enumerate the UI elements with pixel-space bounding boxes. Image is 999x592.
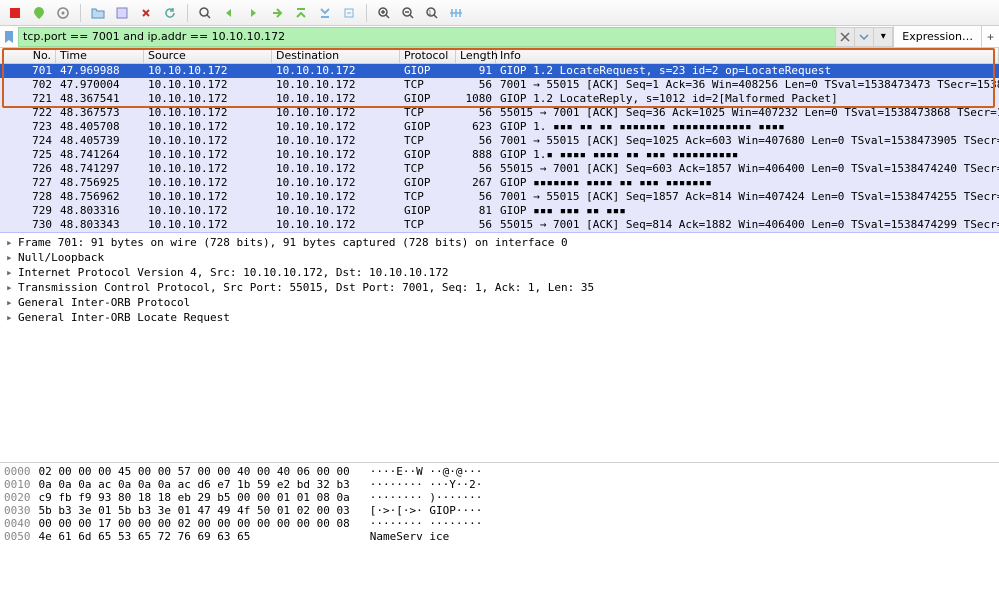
packet-row[interactable]: 72148.36754110.10.10.17210.10.10.172GIOP… (0, 92, 999, 106)
zoom-in-button[interactable] (373, 3, 395, 23)
packet-row[interactable]: 72648.74129710.10.10.17210.10.10.172TCP5… (0, 162, 999, 176)
hex-ascii-row: NameServ ice (370, 530, 483, 543)
packet-row[interactable]: 72248.36757310.10.10.17210.10.10.172TCP5… (0, 106, 999, 120)
col-src[interactable]: Source (144, 48, 272, 63)
close-file-button[interactable] (135, 3, 157, 23)
detail-tree-row[interactable]: Frame 701: 91 bytes on wire (728 bits), … (6, 235, 993, 250)
detail-tree-row[interactable]: Internet Protocol Version 4, Src: 10.10.… (6, 265, 993, 280)
apply-filter-button[interactable] (854, 27, 874, 47)
hex-bytes-row[interactable]: 02 00 00 00 45 00 00 57 00 00 40 00 40 0… (39, 465, 350, 478)
packet-row[interactable]: 72748.75692510.10.10.17210.10.10.172GIOP… (0, 176, 999, 190)
col-info[interactable]: Info (496, 48, 999, 63)
options-button[interactable] (52, 3, 74, 23)
col-no[interactable]: No. (0, 48, 56, 63)
packet-row[interactable]: 72348.40570810.10.10.17210.10.10.172GIOP… (0, 120, 999, 134)
start-capture-button[interactable] (28, 3, 50, 23)
col-dst[interactable]: Destination (272, 48, 400, 63)
packet-details-pane[interactable]: Frame 701: 91 bytes on wire (728 bits), … (0, 233, 999, 463)
hex-bytes-row[interactable]: 0a 0a 0a ac 0a 0a 0a ac d6 e7 1b 59 e2 b… (39, 478, 350, 491)
hex-offset: 0010 (4, 478, 31, 491)
packet-row[interactable]: 72948.80331610.10.10.17210.10.10.172GIOP… (0, 204, 999, 218)
find-button[interactable] (194, 3, 216, 23)
expression-button[interactable]: Expression… (893, 26, 981, 47)
clear-filter-button[interactable] (835, 27, 855, 47)
packet-row[interactable]: 72848.75696210.10.10.17210.10.10.172TCP5… (0, 190, 999, 204)
add-filter-button[interactable]: + (981, 26, 999, 47)
hex-bytes-row[interactable]: 00 00 00 17 00 00 00 02 00 00 00 00 00 0… (39, 517, 350, 530)
last-packet-button[interactable] (314, 3, 336, 23)
hex-ascii-row: ········ ········ (370, 517, 483, 530)
hex-offset: 0020 (4, 491, 31, 504)
packet-row[interactable]: 70147.96998810.10.10.17210.10.10.172GIOP… (0, 64, 999, 78)
hex-ascii-row: ····E··W ··@·@··· (370, 465, 483, 478)
packet-bytes-pane[interactable]: 000000100020003000400050 02 00 00 00 45 … (0, 463, 999, 551)
detail-tree-row[interactable]: General Inter-ORB Protocol (6, 295, 993, 310)
go-forward-button[interactable] (242, 3, 264, 23)
display-filter-input[interactable] (18, 27, 836, 47)
main-toolbar: 1 (0, 0, 999, 26)
display-filter-bar: ▾ Expression… + (0, 26, 999, 48)
col-proto[interactable]: Protocol (400, 48, 456, 63)
detail-tree-row[interactable]: General Inter-ORB Locate Request (6, 310, 993, 325)
hex-ascii-row: ········ ···Y··2· (370, 478, 483, 491)
hex-offset: 0050 (4, 530, 31, 543)
hex-offset: 0040 (4, 517, 31, 530)
save-file-button[interactable] (111, 3, 133, 23)
packet-list[interactable]: No. Time Source Destination Protocol Len… (0, 48, 999, 233)
filter-dropdown-button[interactable]: ▾ (873, 27, 893, 47)
hex-bytes-row[interactable]: 5b b3 3e 01 5b b3 3e 01 47 49 4f 50 01 0… (39, 504, 350, 517)
auto-scroll-button[interactable] (338, 3, 360, 23)
hex-bytes-row[interactable]: c9 fb f9 93 80 18 18 eb 29 b5 00 00 01 0… (39, 491, 350, 504)
packet-row[interactable]: 72448.40573910.10.10.17210.10.10.172TCP5… (0, 134, 999, 148)
bookmark-filter-icon[interactable] (0, 30, 18, 44)
col-len[interactable]: Length (456, 48, 496, 63)
go-to-packet-button[interactable] (266, 3, 288, 23)
stop-capture-button[interactable] (4, 3, 26, 23)
packet-row[interactable]: 70247.97000410.10.10.17210.10.10.172TCP5… (0, 78, 999, 92)
packet-list-header: No. Time Source Destination Protocol Len… (0, 48, 999, 64)
reload-button[interactable] (159, 3, 181, 23)
resize-columns-button[interactable] (445, 3, 467, 23)
detail-tree-row[interactable]: Transmission Control Protocol, Src Port:… (6, 280, 993, 295)
first-packet-button[interactable] (290, 3, 312, 23)
zoom-out-button[interactable] (397, 3, 419, 23)
hex-ascii-row: ········ )······· (370, 491, 483, 504)
detail-tree-row[interactable]: Null/Loopback (6, 250, 993, 265)
open-file-button[interactable] (87, 3, 109, 23)
go-back-button[interactable] (218, 3, 240, 23)
hex-offset: 0000 (4, 465, 31, 478)
packet-row[interactable]: 72548.74126410.10.10.17210.10.10.172GIOP… (0, 148, 999, 162)
hex-bytes-row[interactable]: 4e 61 6d 65 53 65 72 76 69 63 65 (39, 530, 350, 543)
svg-text:1: 1 (428, 10, 432, 17)
packet-row[interactable]: 73048.80334310.10.10.17210.10.10.172TCP5… (0, 218, 999, 232)
hex-ascii-row: [·>·[·>· GIOP···· (370, 504, 483, 517)
zoom-reset-button[interactable]: 1 (421, 3, 443, 23)
hex-offset: 0030 (4, 504, 31, 517)
col-time[interactable]: Time (56, 48, 144, 63)
